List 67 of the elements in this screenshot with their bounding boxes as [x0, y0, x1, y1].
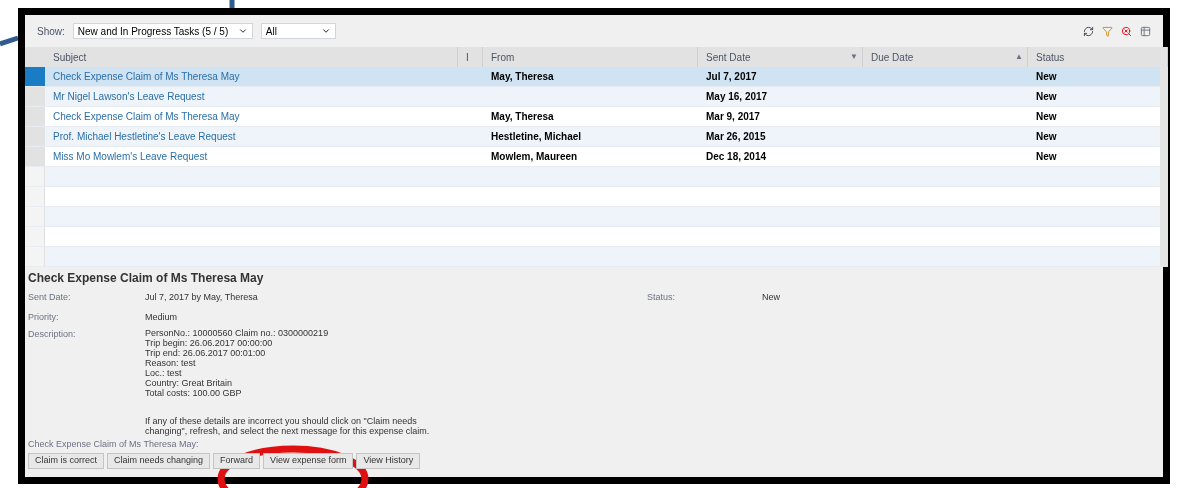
table-settings-icon[interactable]	[1140, 25, 1151, 37]
show-label: Show:	[37, 24, 65, 39]
row-selector[interactable]	[25, 87, 45, 106]
table-row[interactable]: Prof. Michael Hestletine's Leave Request Hestletine, Michael Mar 26, 2015 New	[25, 127, 1160, 147]
priority-label: Priority:	[28, 311, 60, 324]
table-cell-text: Dec 18, 2014	[706, 150, 767, 164]
description-line: PersonNo.: 10000560 Claim no.: 0300000219	[145, 328, 330, 338]
table-cell-text: New	[1036, 130, 1057, 144]
table-cell-text: May, Theresa	[491, 110, 554, 124]
action-button[interactable]: Claim needs changing	[107, 452, 211, 469]
column-header[interactable]: I	[466, 49, 469, 65]
task-filter-dropdown[interactable]: New and In Progress Tasks (5 / 5)	[72, 23, 253, 39]
actions-label: Check Expense Claim of Ms Theresa May:	[28, 438, 200, 451]
description-line: Reason: test	[145, 358, 197, 368]
instruction-note: If any of these details are incorrect you should click on "Claim needs changing", refresh, and select the next message for this expense claim.	[145, 416, 431, 436]
priority-value: Medium	[145, 311, 177, 324]
chevron-down-icon	[237, 26, 248, 36]
table-cell-text: Mr Nigel Lawson's Leave Request	[53, 90, 205, 104]
action-button[interactable]: View History	[356, 452, 421, 469]
table-cell-text: Miss Mo Mowlem's Leave Request	[53, 150, 208, 164]
table-cell-text: May, Theresa	[491, 70, 554, 84]
sent-date-value: Jul 7, 2017 by May, Theresa	[145, 291, 259, 304]
description-line: Trip end: 26.06.2017 00:01:00	[145, 348, 267, 358]
table-cell-text: New	[1036, 90, 1057, 104]
sort-indicator[interactable]: ▲	[1015, 51, 1023, 63]
row-selector[interactable]	[25, 127, 45, 146]
table-row[interactable]: Mr Nigel Lawson's Leave Request May 16, 2017 New	[25, 87, 1160, 107]
action-button[interactable]: Claim is correct	[28, 452, 104, 469]
column-header[interactable]: Due Date	[871, 49, 914, 65]
table-cell-text: Jul 7, 2017	[706, 70, 757, 84]
action-button[interactable]: Forward	[213, 452, 261, 469]
chevron-down-icon	[320, 26, 331, 36]
table-cell-text: Prof. Michael Hestletine's Leave Request	[53, 130, 236, 144]
refresh-icon[interactable]	[1083, 25, 1094, 37]
table-cell-text: May 16, 2017	[706, 90, 768, 104]
table-row[interactable]: Check Expense Claim of Ms Theresa May May, Theresa Jul 7, 2017 New	[25, 67, 1160, 87]
status-label: Status:	[647, 291, 676, 304]
row-selector[interactable]	[25, 67, 45, 86]
description-line: Country: Great Britain	[145, 378, 234, 388]
table-row[interactable]: Miss Mo Mowlem's Leave Request Mowlem, Maureen Dec 18, 2014 New	[25, 147, 1160, 167]
column-header[interactable]: Sent Date	[706, 49, 751, 65]
description-line: Trip begin: 26.06.2017 00:00:00	[145, 338, 274, 348]
row-selector[interactable]	[25, 107, 45, 126]
table-cell-text: Mowlem, Maureen	[491, 150, 578, 164]
filter-icon[interactable]	[1102, 25, 1113, 37]
table-cell-text: Mar 26, 2015	[706, 130, 766, 144]
table-cell-text: Hestletine, Michael	[491, 130, 582, 144]
table-row[interactable]: Check Expense Claim of Ms Theresa May May, Theresa Mar 9, 2017 New	[25, 107, 1160, 127]
status-value: New	[762, 291, 780, 304]
description-line: Loc.: test	[145, 368, 183, 378]
column-header[interactable]: Subject	[53, 49, 87, 65]
table-cell-text: New	[1036, 110, 1057, 124]
column-header[interactable]: Status	[1036, 49, 1065, 65]
table-cell-text: New	[1036, 70, 1057, 84]
sent-date-label: Sent Date:	[28, 291, 72, 304]
table-cell-text: Check Expense Claim of Ms Theresa May	[53, 70, 240, 84]
detail-title: Check Expense Claim of Ms Theresa May	[28, 270, 265, 287]
table-cell-text: New	[1036, 150, 1057, 164]
row-selector[interactable]	[25, 147, 45, 166]
clear-search-icon[interactable]	[1121, 25, 1132, 37]
sort-indicator[interactable]: ▼	[850, 51, 858, 63]
description-label: Description:	[28, 328, 77, 341]
description-line: Total costs: 100.00 GBP	[145, 388, 243, 398]
table-cell-text: Check Expense Claim of Ms Theresa May	[53, 110, 240, 124]
column-header[interactable]: From	[491, 49, 515, 65]
table-cell-text: Mar 9, 2017	[706, 110, 760, 124]
scope-dropdown[interactable]: All	[260, 23, 336, 39]
